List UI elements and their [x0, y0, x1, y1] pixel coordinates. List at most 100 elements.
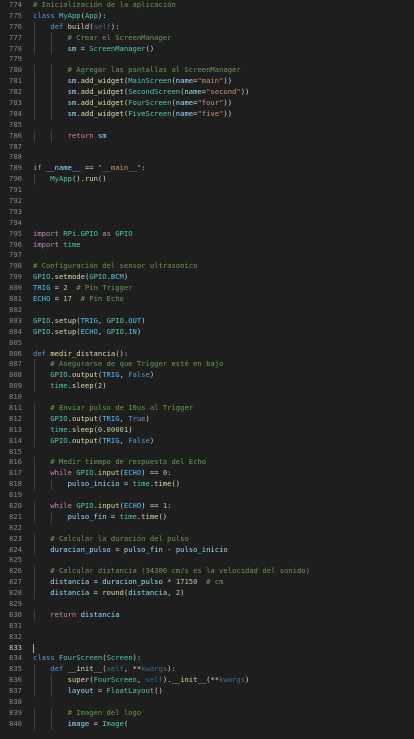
code-line[interactable]: 788 [0, 152, 414, 163]
code-line[interactable]: 791 [0, 185, 414, 196]
code-token: 17150 [175, 577, 198, 587]
indent-guide [51, 130, 53, 142]
code-line[interactable]: 835 def __init__(self, **kwargs): [0, 664, 414, 676]
code-token: ECHO [123, 500, 142, 510]
code-line[interactable]: 809 time.sleep(2) [0, 381, 414, 393]
code-line[interactable]: 827 distancia = duracion_pulso * 17150 # … [0, 577, 414, 589]
code-line[interactable]: 822 [0, 523, 414, 534]
code-text: layout = FloatLayout() [68, 686, 414, 697]
code-line[interactable]: 787 [0, 142, 414, 153]
code-line[interactable]: 802 [0, 305, 414, 316]
code-line[interactable]: 807 # Asegurarse de que Trigger esté en b… [0, 359, 414, 371]
code-line[interactable]: 819 [0, 490, 414, 501]
code-line[interactable]: 786 return sm [0, 130, 414, 142]
code-line[interactable]: 793 [0, 207, 414, 218]
code-line[interactable]: 794 [0, 218, 414, 229]
code-line[interactable]: 828 distancia = round(distancia, 2) [0, 588, 414, 599]
code-line[interactable]: 797 [0, 250, 414, 261]
code-token: input [97, 500, 120, 510]
line-number: 795 [9, 228, 22, 238]
line-number: 840 [9, 718, 22, 728]
code-editor[interactable]: 774 # Inicialización de la aplicación 775 c… [0, 0, 414, 739]
code-line[interactable]: 798 # Configuración del sensor ultrasonic… [0, 261, 414, 272]
code-line[interactable]: 824 duracion_pulso = pulso_fin - pulso_in… [0, 544, 414, 556]
code-line[interactable]: 813 time.sleep(0.00001) [0, 424, 414, 436]
code-line[interactable]: 803 GPIO.setup(TRIG, GPIO.OUT) [0, 316, 414, 327]
code-line[interactable]: 778 sm = ScreenManager() [0, 43, 414, 55]
code-token: time [119, 511, 137, 521]
code-line[interactable]: 829 [0, 599, 414, 610]
code-line[interactable]: 806 def medir_distancia(): [0, 349, 414, 360]
code-token: GPIO [115, 228, 133, 238]
code-line[interactable]: 790 MyApp().run() [0, 174, 414, 186]
code-line[interactable]: 800 TRIG = 2 # Pin Trigger [0, 283, 414, 294]
code-line[interactable]: 779 [0, 54, 414, 65]
code-line[interactable]: 818 pulso_inicio = time.time() [0, 479, 414, 491]
code-line[interactable]: 812 GPIO.output(TRIG, True) [0, 413, 414, 425]
code-line[interactable]: 833 [0, 643, 414, 654]
code-line[interactable]: 789 if __name__ == "__main__": [0, 163, 414, 174]
code-line[interactable]: 792 [0, 196, 414, 207]
code-line[interactable]: 780 # Agregar las pantallas al ScreenMana… [0, 65, 414, 77]
code-line[interactable]: 801 ECHO = 17 # Pin Echo [0, 294, 414, 305]
code-token: layout [67, 686, 94, 696]
code-line[interactable]: 830 return distancia [0, 609, 414, 621]
code-line[interactable]: 782 sm.add_widget(SecondScreen(name="seco… [0, 87, 414, 99]
code-line[interactable]: 799 GPIO.setmode(GPIO.BCM) [0, 272, 414, 283]
code-token: run [84, 174, 98, 184]
code-line[interactable]: 816 # Medir tiempo de respuesta del Echo [0, 457, 414, 469]
code-line[interactable]: 823 # Calcular la duración del pulso [0, 533, 414, 545]
line-number: 788 [9, 152, 22, 162]
line-number: 792 [9, 196, 22, 206]
code-line[interactable]: 804 GPIO.setup(ECHO, GPIO.IN) [0, 327, 414, 338]
code-token: while [50, 500, 77, 510]
code-line[interactable]: 832 [0, 632, 414, 643]
code-line[interactable]: 826 # Calcular distancia (34300 cm/s es l… [0, 566, 414, 578]
code-token: # Crear el ScreenManager [67, 32, 172, 42]
code-line[interactable]: 831 [0, 621, 414, 632]
code-text: pulso_inicio = time.time() [68, 479, 414, 490]
code-line[interactable]: 805 [0, 338, 414, 349]
code-line[interactable]: 825 [0, 555, 414, 566]
code-line[interactable]: 840 image = Image( [0, 718, 414, 730]
code-line[interactable]: 815 [0, 447, 414, 458]
code-token: , ** [123, 664, 142, 674]
code-line[interactable]: 783 sm.add_widget(FourScreen(name="four")… [0, 98, 414, 109]
code-line[interactable]: 775 class MyApp(App): [0, 11, 414, 22]
code-line[interactable]: 795 import RPi.GPIO as GPIO [0, 229, 414, 240]
code-line[interactable]: 808 GPIO.output(TRIG, False) [0, 370, 414, 382]
code-line[interactable]: 814 GPIO.output(TRIG, False) [0, 435, 414, 447]
code-line[interactable]: 817 while GPIO.input(ECHO) == 0: [0, 468, 414, 480]
code-line[interactable]: 776 def build(self): [0, 21, 414, 33]
code-line[interactable]: 834 class FourScreen(Screen): [0, 653, 414, 664]
code-token: GPIO [76, 468, 94, 478]
code-token: pulso_inicio [175, 544, 228, 554]
code-token: def [50, 664, 68, 674]
code-token: ) [145, 413, 150, 423]
code-line[interactable]: 821 pulso_fin = time.time() [0, 511, 414, 523]
code-line[interactable]: 781 sm.add_widget(MainScreen(name="main")… [0, 76, 414, 88]
line-number: 822 [9, 522, 22, 532]
code-line[interactable]: 839 # Imagen del logo [0, 707, 414, 719]
line-number: 820 [9, 500, 22, 510]
code-line[interactable]: 810 [0, 392, 414, 403]
code-line[interactable]: 836 super(FourScreen, self).__init__(**kw… [0, 675, 414, 687]
code-line[interactable]: 811 # Enviar pulso de 10us al Trigger [0, 402, 414, 414]
code-text: TRIG = 2 # Pin Trigger [33, 283, 414, 294]
code-line[interactable]: 785 [0, 120, 414, 131]
code-token: () [158, 511, 168, 521]
code-line[interactable]: 784 sm.add_widget(FiveScreen(name="five")… [0, 108, 414, 120]
code-line[interactable]: 837 layout = FloatLayout() [0, 686, 414, 697]
code-token: class [33, 10, 59, 20]
code-token: FiveScreen [128, 108, 172, 118]
code-token: GPIO [33, 272, 51, 282]
code-line[interactable]: 820 while GPIO.input(ECHO) == 1: [0, 500, 414, 512]
code-line[interactable]: 777 # Crear el ScreenManager [0, 32, 414, 44]
code-line[interactable]: 774 # Inicialización de la aplicación [0, 0, 414, 11]
code-line[interactable]: 796 import time [0, 240, 414, 251]
indent-guide [34, 479, 35, 491]
line-number: 837 [9, 686, 22, 696]
code-text: class FourScreen(Screen): [33, 653, 414, 664]
code-line[interactable]: 838 [0, 697, 414, 708]
code-token: distancia [50, 588, 90, 598]
